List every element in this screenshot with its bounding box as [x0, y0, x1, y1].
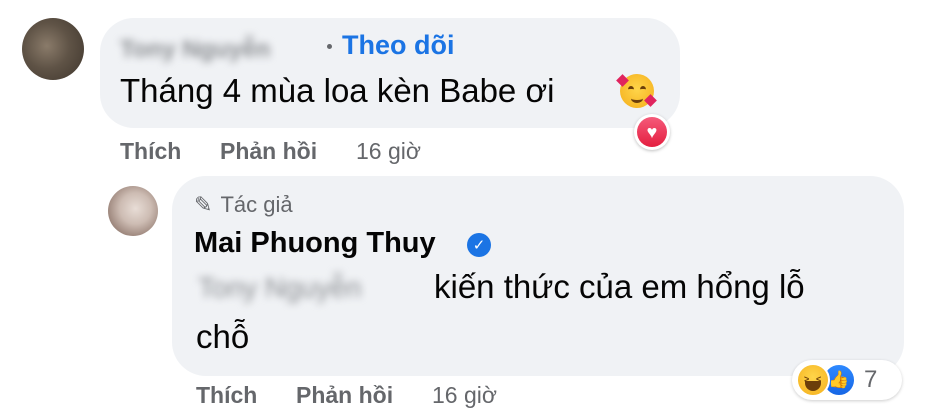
haha-reaction-icon: > < — [796, 363, 830, 397]
like-link[interactable]: Thích — [120, 138, 181, 165]
reply-text-line1: kiến thức của em hổng lỗ — [434, 268, 805, 305]
comment-text: Tháng 4 mùa loa kèn Babe ơi — [120, 72, 555, 109]
timestamp[interactable]: 16 giờ — [356, 138, 421, 165]
verified-badge-icon: ✓ — [467, 233, 491, 257]
commenter-name[interactable]: Tony Nguyễn — [120, 36, 270, 64]
reply-link[interactable]: Phản hồi — [296, 382, 393, 409]
separator-dot — [327, 44, 332, 49]
reply-text-line2: chỗ — [196, 318, 250, 355]
timestamp[interactable]: 16 giờ — [432, 382, 497, 409]
author-badge-label: Tác giả — [220, 192, 293, 217]
reaction-summary[interactable]: 👍 > < 7 — [792, 360, 902, 400]
like-link[interactable]: Thích — [196, 382, 257, 409]
smiling-face-with-hearts-icon — [616, 74, 657, 108]
reaction-count: 7 — [864, 366, 878, 393]
reply-link[interactable]: Phản hồi — [220, 138, 317, 165]
pencil-icon: ✎ — [194, 192, 213, 217]
reply-author-name[interactable]: Mai Phuong Thuy — [194, 227, 436, 260]
commenter-avatar[interactable] — [22, 18, 84, 80]
author-avatar[interactable] — [108, 186, 158, 236]
heart-icon: ♥ — [637, 117, 667, 147]
mentioned-user[interactable]: Tony Nguyễn — [198, 272, 361, 304]
follow-link[interactable]: Theo dõi — [342, 30, 454, 61]
heart-reaction-badge[interactable]: ♥ — [634, 114, 670, 150]
author-badge: ✎ Tác giả — [194, 192, 293, 218]
